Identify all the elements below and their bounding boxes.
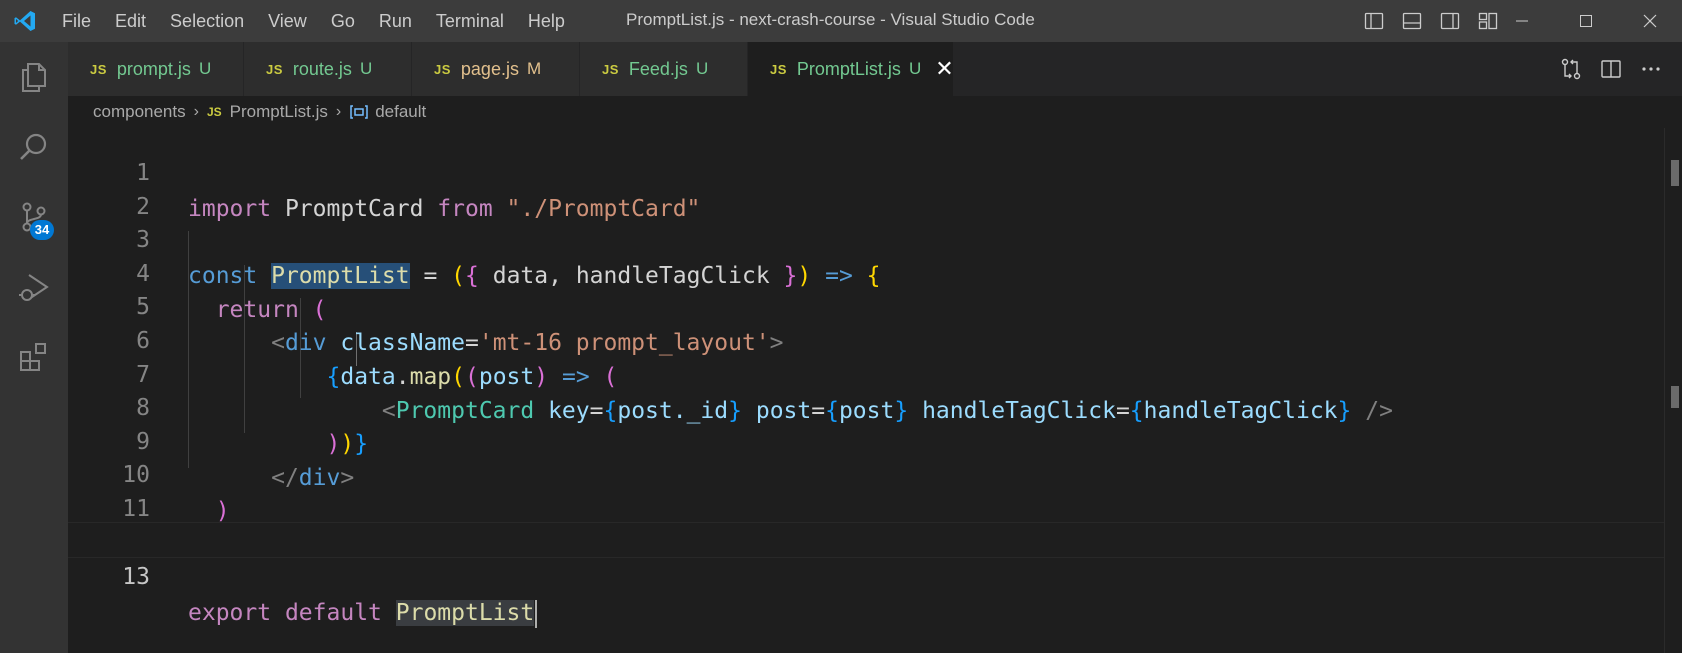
files-icon[interactable]	[0, 42, 68, 112]
code-line: 2	[68, 153, 1664, 220]
menu-terminal[interactable]: Terminal	[424, 0, 516, 42]
editor-actions	[1558, 42, 1664, 96]
source-control-icon[interactable]: 34	[0, 182, 68, 252]
close-icon[interactable]: ✕	[935, 58, 953, 80]
menu-file[interactable]: File	[50, 0, 103, 42]
js-file-icon: JS	[434, 61, 451, 77]
scroll-highlight-mark	[1671, 160, 1679, 186]
code-line: 8 ))}	[68, 354, 1664, 457]
tab-page-js[interactable]: JS page.js M	[412, 42, 580, 96]
code-line: 12	[68, 489, 1664, 556]
menu-view[interactable]: View	[256, 0, 319, 42]
menu-selection[interactable]: Selection	[158, 0, 256, 42]
tab-git-status: U	[359, 59, 373, 78]
menu-bar: File Edit Selection View Go Run Terminal…	[50, 0, 577, 42]
tab-label: PromptList.js	[796, 58, 901, 79]
title-bar: File Edit Selection View Go Run Terminal…	[0, 0, 1682, 42]
code-line: 9 </div>	[68, 388, 1664, 491]
window-controls	[1490, 0, 1682, 42]
more-actions-icon[interactable]	[1638, 56, 1664, 82]
layout-controls	[1360, 0, 1502, 42]
vscode-logo-icon	[0, 0, 50, 42]
tab-git-status: U	[908, 59, 922, 78]
activity-bar: 34	[0, 42, 68, 653]
source-control-badge: 34	[30, 220, 54, 240]
tab-route-js[interactable]: JS route.js U	[244, 42, 412, 96]
tab-git-status: U	[198, 59, 212, 78]
js-file-icon: JS	[602, 61, 619, 77]
tab-label: page.js	[460, 58, 519, 79]
tab-git-status: M	[526, 59, 542, 78]
menu-run[interactable]: Run	[367, 0, 424, 42]
editor-tab-bar: JS prompt.js U JS route.js U JS page.js …	[68, 42, 1682, 96]
code-line: 10 )	[68, 421, 1664, 524]
debug-icon[interactable]	[0, 252, 68, 322]
minimize-icon[interactable]	[1490, 0, 1554, 42]
search-icon[interactable]	[0, 112, 68, 182]
token-highlighted: PromptList	[395, 600, 535, 626]
code-text: export default PromptList	[188, 595, 538, 631]
code-line: 5 <div className='mt-16 prompt_layout'>	[68, 253, 1664, 356]
tab-git-status: U	[695, 59, 709, 78]
menu-edit[interactable]: Edit	[103, 0, 158, 42]
code-line: 7 <PromptCard key={post._id} post={post}…	[68, 321, 1664, 424]
toggle-secondary-sidebar-icon[interactable]	[1436, 7, 1464, 35]
line-number: 13	[122, 564, 150, 590]
js-file-icon: JS	[266, 61, 283, 77]
vertical-scrollbar[interactable]	[1664, 128, 1682, 653]
code-line: 1 import PromptCard from "./PromptCard"	[68, 119, 1664, 222]
code-line: 3 const PromptList = ({ data, handleTagC…	[68, 186, 1664, 289]
code-editor[interactable]: 1 import PromptCard from "./PromptCard" …	[68, 128, 1682, 653]
text-cursor	[535, 599, 538, 628]
code-line-current: 13 export default PromptList	[68, 522, 1664, 628]
toggle-panel-icon[interactable]	[1398, 7, 1426, 35]
tab-feed-js[interactable]: JS Feed.js U	[580, 42, 748, 96]
js-file-icon: JS	[770, 61, 787, 77]
menu-go[interactable]: Go	[319, 0, 367, 42]
code-line: 11 }	[68, 455, 1664, 558]
open-changes-icon[interactable]	[1558, 56, 1584, 82]
tab-label: Feed.js	[628, 58, 688, 79]
menu-help[interactable]: Help	[516, 0, 577, 42]
tab-label: prompt.js	[116, 58, 191, 79]
js-file-icon: JS	[90, 61, 107, 77]
extensions-icon[interactable]	[0, 322, 68, 392]
tab-prompt-js[interactable]: JS prompt.js U	[68, 42, 244, 96]
split-editor-icon[interactable]	[1598, 56, 1624, 82]
maximize-icon[interactable]	[1554, 0, 1618, 42]
close-window-icon[interactable]	[1618, 0, 1682, 42]
code-line: 6 {data.map((post) => (	[68, 287, 1664, 390]
token: export	[188, 600, 272, 626]
tab-label: route.js	[292, 58, 352, 79]
js-file-icon: JS	[206, 105, 222, 119]
window-title: PromptList.js - next-crash-course - Visu…	[626, 10, 1035, 29]
tab-promptlist-js[interactable]: JS PromptList.js U ✕	[748, 42, 954, 96]
code-line: 4 return (	[68, 220, 1664, 323]
toggle-primary-sidebar-icon[interactable]	[1360, 7, 1388, 35]
scroll-highlight-mark	[1671, 386, 1679, 408]
token: default	[284, 600, 382, 626]
